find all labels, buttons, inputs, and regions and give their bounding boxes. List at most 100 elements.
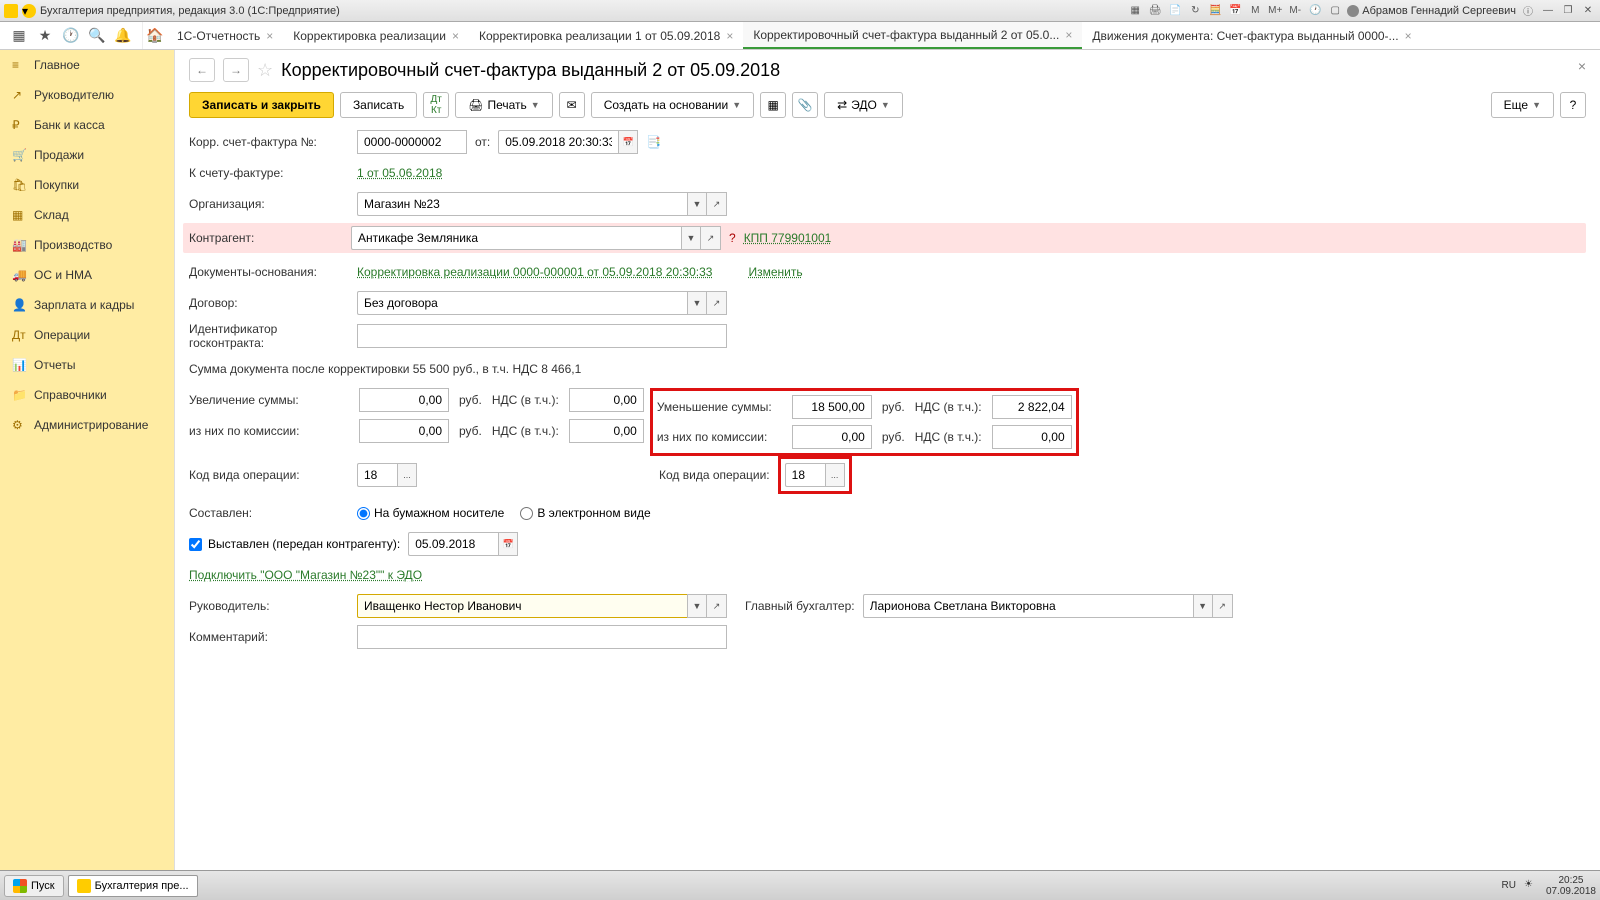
save-button[interactable]: Записать [340,92,417,118]
tb-icon-cal[interactable]: 📅 [1227,3,1243,19]
opcode-input[interactable] [357,463,397,487]
create-based-button[interactable]: Создать на основании ▼ [591,92,754,118]
sidebar-item-bank[interactable]: ₽Банк и касса [0,110,174,140]
comment-input[interactable] [357,625,727,649]
sidebar-item-reports[interactable]: 📊Отчеты [0,350,174,380]
window-minimize[interactable]: — [1540,3,1556,19]
manager-input[interactable] [357,594,687,618]
opcode2-select-icon[interactable]: ... [825,463,845,487]
app-icon-yellow[interactable]: ▾ [22,4,36,18]
counterparty-input[interactable] [351,226,681,250]
tab-close-icon[interactable]: × [266,29,273,43]
tab-2[interactable]: Корректировка реализации 1 от 05.09.2018… [469,22,743,49]
start-button[interactable]: Пуск [4,875,64,897]
number-input[interactable] [357,130,467,154]
warn-icon[interactable]: ? [729,231,736,245]
dropdown-icon[interactable]: ▼ [687,594,707,618]
tb-icon-clock[interactable]: 🕐 [1307,3,1323,19]
sidebar-item-admin[interactable]: ⚙Администрирование [0,410,174,440]
tab-close-icon[interactable]: × [1405,29,1412,43]
sidebar-item-production[interactable]: 🏭Производство [0,230,174,260]
tb-icon-print[interactable]: 🖨 [1147,3,1163,19]
dt-button[interactable]: ДтКт [423,92,449,118]
issued-date-input[interactable] [408,532,498,556]
window-close[interactable]: ✕ [1580,3,1596,19]
tb-icon-box[interactable]: ▢ [1327,3,1343,19]
dropdown-icon[interactable]: ▼ [687,192,707,216]
email-button[interactable]: ✉ [559,92,585,118]
home-tab[interactable]: 🏠 [143,22,167,49]
star-icon[interactable]: ☆ [257,60,273,81]
open-icon[interactable]: ↗ [1213,594,1233,618]
radio-electronic[interactable]: В электронном виде [520,506,650,520]
current-user[interactable]: Абрамов Геннадий Сергеевич [1347,5,1516,17]
tb-icon-mminus[interactable]: M- [1287,3,1303,19]
kpp-link[interactable]: КПП 779901001 [744,231,832,245]
decrease-nds-input[interactable] [992,395,1072,419]
basis-link[interactable]: Корректировка реализации 0000-000001 от … [357,265,712,279]
tab-close-icon[interactable]: × [726,29,733,43]
open-icon[interactable]: ↗ [701,226,721,250]
apps-icon[interactable]: ▦ [10,27,28,45]
tab-3[interactable]: Корректировочный счет-фактура выданный 2… [743,22,1082,49]
radio-paper[interactable]: На бумажном носителе [357,506,504,520]
sidebar-item-salary[interactable]: 👤Зарплата и кадры [0,290,174,320]
to-invoice-link[interactable]: 1 от 05.06.2018 [357,166,442,180]
increase-input[interactable] [359,388,449,412]
tab-4[interactable]: Движения документа: Счет-фактура выданны… [1082,22,1421,49]
nav-forward[interactable]: → [223,58,249,82]
more-button[interactable]: Еще ▼ [1491,92,1554,118]
open-icon[interactable]: ↗ [707,291,727,315]
calendar-icon[interactable]: 📅 [618,130,638,154]
tb-icon-refresh[interactable]: ↻ [1187,3,1203,19]
sidebar-item-os[interactable]: 🚚ОС и НМА [0,260,174,290]
sidebar-item-sales[interactable]: 🛒Продажи [0,140,174,170]
goscontract-input[interactable] [357,324,727,348]
window-restore[interactable]: ❐ [1560,3,1576,19]
tb-icon-m[interactable]: M [1247,3,1263,19]
tray-clock[interactable]: 20:25 07.09.2018 [1546,875,1596,897]
related-doc-icon[interactable]: 📑 [646,135,661,149]
tab-close-icon[interactable]: × [452,29,459,43]
accountant-input[interactable] [863,594,1193,618]
calendar-icon[interactable]: 📅 [498,532,518,556]
dropdown-icon[interactable]: ▼ [687,291,707,315]
print-button[interactable]: 🖨 Печать ▼ [455,92,552,118]
issued-checkbox[interactable] [189,538,202,551]
date-input[interactable] [498,130,618,154]
close-doc-icon[interactable]: × [1578,58,1586,74]
org-input[interactable] [357,192,687,216]
tray-sun-icon[interactable]: ☀ [1524,879,1538,893]
sidebar-item-warehouse[interactable]: ▦Склад [0,200,174,230]
tb-icon-1[interactable]: ▦ [1127,3,1143,19]
opcode2-input[interactable] [785,463,825,487]
favorite-icon[interactable]: ★ [36,27,54,45]
sidebar-item-operations[interactable]: ДтОперации [0,320,174,350]
nav-back[interactable]: ← [189,58,215,82]
taskbar-app-1c[interactable]: Бухгалтерия пре... [68,875,198,897]
sidebar-item-ruk[interactable]: ↗Руководителю [0,80,174,110]
tab-close-icon[interactable]: × [1065,28,1072,42]
sidebar-item-purchases[interactable]: 🛍Покупки [0,170,174,200]
edo-link[interactable]: Подключить "ООО "Магазин №23"" к ЭДО [189,568,422,582]
decrease-input[interactable] [792,395,872,419]
struct-button[interactable]: ▦ [760,92,786,118]
attach-button[interactable]: 📎 [792,92,818,118]
opcode-select-icon[interactable]: ... [397,463,417,487]
comm-inc-nds-input[interactable] [569,419,644,443]
lang-indicator[interactable]: RU [1501,880,1515,891]
history-icon[interactable]: 🕐 [62,27,80,45]
tb-icon-calc[interactable]: 🧮 [1207,3,1223,19]
tb-icon-info[interactable]: ⓘ [1520,3,1536,19]
comm-inc-input[interactable] [359,419,449,443]
sidebar-item-main[interactable]: ≡Главное [0,50,174,80]
bell-icon[interactable]: 🔔 [114,27,132,45]
sidebar-item-catalogs[interactable]: 📁Справочники [0,380,174,410]
dropdown-icon[interactable]: ▼ [1193,594,1213,618]
comm-dec-nds-input[interactable] [992,425,1072,449]
edo-button[interactable]: ⇄ ЭДО ▼ [824,92,903,118]
open-icon[interactable]: ↗ [707,192,727,216]
save-close-button[interactable]: Записать и закрыть [189,92,334,118]
increase-nds-input[interactable] [569,388,644,412]
help-button[interactable]: ? [1560,92,1586,118]
